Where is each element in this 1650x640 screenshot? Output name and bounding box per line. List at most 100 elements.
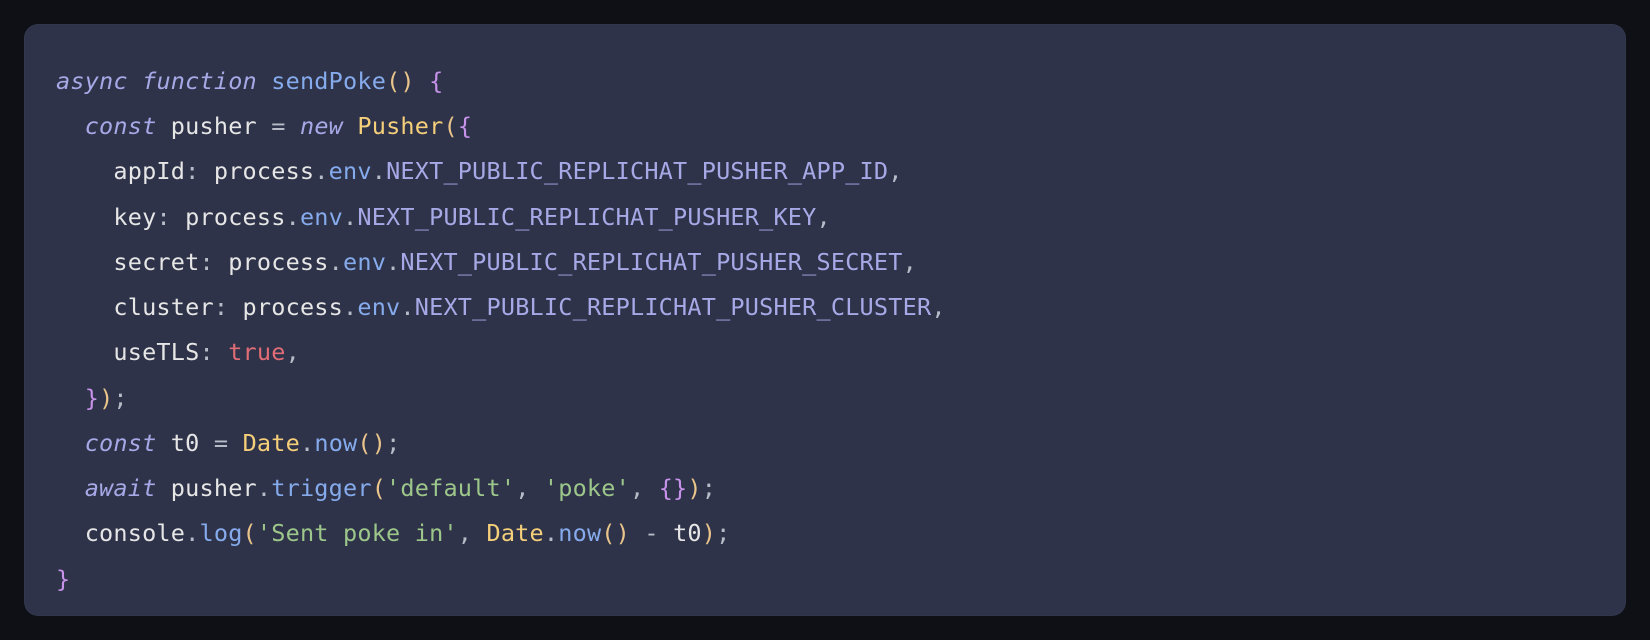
- token-punct: :: [156, 203, 170, 231]
- token-punct: ,: [888, 157, 902, 185]
- token-brace: }: [85, 384, 99, 412]
- token-prop: process: [171, 203, 286, 231]
- token-dot: .: [372, 157, 386, 185]
- token-brace: }: [673, 474, 687, 502]
- token-env-const: NEXT_PUBLIC_REPLICHAT_PUSHER_CLUSTER: [415, 293, 932, 321]
- token-paren: ): [400, 67, 414, 95]
- token-fn-name: log: [200, 519, 243, 547]
- token-member: env: [300, 203, 343, 231]
- token-prop: pusher: [156, 474, 256, 502]
- token-prop: process: [200, 157, 315, 185]
- token-dot: .: [286, 203, 300, 231]
- token-brace: {: [659, 474, 673, 502]
- token-member: env: [357, 293, 400, 321]
- token-prop: t0: [156, 429, 213, 457]
- token-dot: .: [185, 519, 199, 547]
- token-env-const: NEXT_PUBLIC_REPLICHAT_PUSHER_KEY: [357, 203, 816, 231]
- token-class-name: Date: [243, 429, 300, 457]
- token-paren: (: [243, 519, 257, 547]
- token-prop: useTLS: [56, 338, 199, 366]
- token-brace: {: [458, 112, 472, 140]
- token-paren: ): [616, 519, 630, 547]
- token-punct: ,: [931, 293, 945, 321]
- code-block: async function sendPoke() { const pusher…: [24, 24, 1626, 616]
- token-dot: .: [343, 293, 357, 321]
- token-punct: ,: [817, 203, 831, 231]
- code-content[interactable]: async function sendPoke() { const pusher…: [56, 60, 1594, 603]
- token-fn-name: now: [314, 429, 357, 457]
- token-member: env: [329, 157, 372, 185]
- token-punct: ,: [458, 519, 487, 547]
- token-prop: secret: [56, 248, 199, 276]
- token-punct: [228, 429, 242, 457]
- token-prop: console: [56, 519, 185, 547]
- token-punct: [630, 519, 644, 547]
- token-prop: t0: [659, 519, 702, 547]
- token-paren: ): [372, 429, 386, 457]
- token-prop: appId: [56, 157, 185, 185]
- token-keyword: const: [85, 429, 157, 457]
- token-bool: true: [228, 338, 285, 366]
- token-keyword: new: [300, 112, 343, 140]
- token-punct: =: [214, 429, 228, 457]
- token-paren: (: [357, 429, 371, 457]
- token-dot: .: [329, 248, 343, 276]
- token-punct: [286, 112, 300, 140]
- token-member: env: [343, 248, 386, 276]
- token-punct: ;: [716, 519, 730, 547]
- token-punct: -: [644, 519, 658, 547]
- token-paren: (: [386, 67, 400, 95]
- token-class-name: Date: [486, 519, 543, 547]
- token-punct: ,: [515, 474, 544, 502]
- token-fn-name: now: [558, 519, 601, 547]
- token-paren: ): [687, 474, 701, 502]
- token-punct: :: [185, 157, 199, 185]
- token-paren: (: [443, 112, 457, 140]
- token-dot: .: [544, 519, 558, 547]
- token-paren: ): [99, 384, 113, 412]
- token-paren: (: [372, 474, 386, 502]
- token-paren: (: [601, 519, 615, 547]
- token-fn-name: trigger: [271, 474, 371, 502]
- token-prop: process: [214, 248, 329, 276]
- token-punct: [415, 67, 429, 95]
- token-punct: [56, 474, 85, 502]
- token-punct: [257, 67, 271, 95]
- token-env-const: NEXT_PUBLIC_REPLICHAT_PUSHER_APP_ID: [386, 157, 888, 185]
- token-prop: pusher: [156, 112, 271, 140]
- token-keyword: await: [85, 474, 157, 502]
- token-punct: :: [199, 248, 213, 276]
- token-punct: :: [199, 338, 213, 366]
- token-prop: cluster: [56, 293, 214, 321]
- token-dot: .: [300, 429, 314, 457]
- token-punct: [56, 429, 85, 457]
- token-punct: =: [271, 112, 285, 140]
- token-keyword: const: [85, 112, 157, 140]
- token-string: 'poke': [544, 474, 630, 502]
- token-string: 'default': [386, 474, 515, 502]
- token-punct: ;: [386, 429, 400, 457]
- token-punct: ;: [702, 474, 716, 502]
- token-dot: .: [386, 248, 400, 276]
- token-keyword: async: [56, 67, 128, 95]
- token-punct: ,: [286, 338, 300, 366]
- token-dot: .: [314, 157, 328, 185]
- token-dot: .: [343, 203, 357, 231]
- token-punct: :: [214, 293, 228, 321]
- token-punct: ,: [630, 474, 659, 502]
- token-punct: [56, 112, 85, 140]
- token-brace: {: [429, 67, 443, 95]
- token-env-const: NEXT_PUBLIC_REPLICHAT_PUSHER_SECRET: [400, 248, 902, 276]
- token-punct: [56, 384, 85, 412]
- token-punct: ;: [113, 384, 127, 412]
- token-punct: [214, 338, 228, 366]
- token-punct: [128, 67, 142, 95]
- token-string: 'Sent poke in': [257, 519, 458, 547]
- token-dot: .: [257, 474, 271, 502]
- token-brace: }: [56, 565, 70, 593]
- token-keyword: function: [142, 67, 257, 95]
- token-prop: key: [56, 203, 156, 231]
- code-text: async function sendPoke() { const pusher…: [56, 67, 946, 593]
- token-class-name: Pusher: [357, 112, 443, 140]
- token-punct: ,: [903, 248, 917, 276]
